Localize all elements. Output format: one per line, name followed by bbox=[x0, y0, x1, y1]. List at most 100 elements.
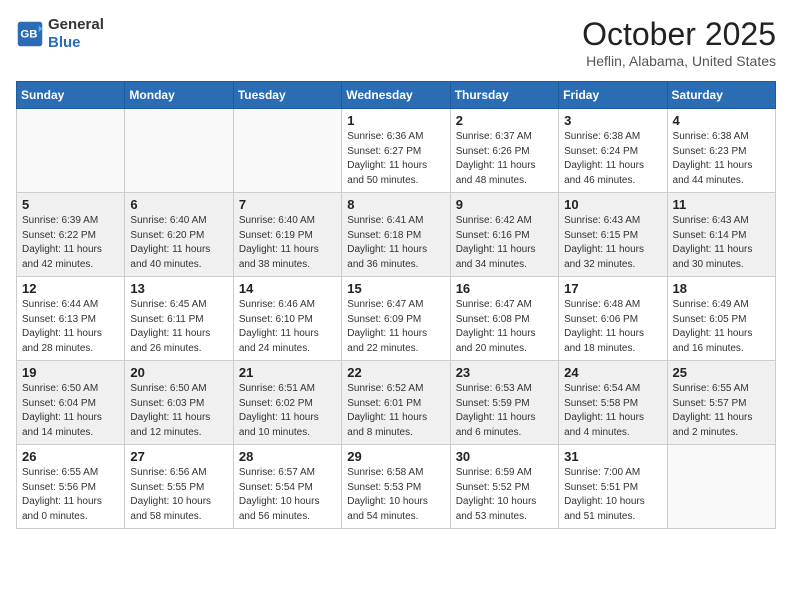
calendar-week-row: 5 Sunrise: 6:39 AM Sunset: 6:22 PM Daylig… bbox=[17, 193, 776, 277]
day-info: Sunrise: 6:37 AM Sunset: 6:26 PM Dayligh… bbox=[456, 130, 553, 188]
calendar-day-cell: 8Sunrise: 6:41 AM Sunset: 6:18 PM Daylig… bbox=[342, 193, 450, 277]
day-number: 6 bbox=[130, 197, 227, 212]
calendar-day-cell: 11Sunrise: 6:43 AM Sunset: 6:14 PM Dayli… bbox=[667, 193, 775, 277]
day-number: 2 bbox=[456, 113, 553, 128]
day-number: 27 bbox=[130, 449, 227, 464]
day-number: 1 bbox=[347, 113, 444, 128]
day-number: 31 bbox=[564, 449, 661, 464]
day-number: 7 bbox=[239, 197, 336, 212]
day-number: 23 bbox=[456, 365, 553, 380]
month-title: October 2025 bbox=[582, 16, 776, 53]
day-number: 17 bbox=[564, 281, 661, 296]
calendar-day-cell: 10 Sunrise: 6:43 AM Sunset: 6:15 PM Dayli… bbox=[559, 193, 667, 277]
day-number: 29 bbox=[347, 449, 444, 464]
calendar-week-row: 19 Sunrise: 6:50 AM Sunset: 6:04 PM Dayli… bbox=[17, 361, 776, 445]
day-number: 15 bbox=[347, 281, 444, 296]
day-number: 12 bbox=[22, 281, 119, 296]
day-number: 30 bbox=[456, 449, 553, 464]
day-number: 13 bbox=[130, 281, 227, 296]
calendar-day-cell: 22 Sunrise: 6:52 AM Sunset: 6:01 PM Dayli… bbox=[342, 361, 450, 445]
calendar-day-cell: 17 Sunrise: 6:48 AM Sunset: 6:06 PM Dayli… bbox=[559, 277, 667, 361]
logo-icon: GB bbox=[16, 20, 44, 48]
day-number: 21 bbox=[239, 365, 336, 380]
day-info: Sunrise: 6:50 AM Sunset: 6:04 PM Dayligh… bbox=[22, 382, 119, 440]
day-info: Sunrise: 6:39 AM Sunset: 6:22 PM Dayligh… bbox=[22, 214, 119, 272]
calendar-day-cell: 12 Sunrise: 6:44 AM Sunset: 6:13 PM Dayli… bbox=[17, 277, 125, 361]
calendar-week-row: 1Sunrise: 6:36 AM Sunset: 6:27 PM Daylig… bbox=[17, 109, 776, 193]
day-number: 22 bbox=[347, 365, 444, 380]
day-number: 5 bbox=[22, 197, 119, 212]
calendar-day-cell bbox=[233, 109, 341, 193]
calendar-day-cell: 28 Sunrise: 6:57 AM Sunset: 5:54 PM Dayli… bbox=[233, 445, 341, 529]
calendar-day-cell: 9Sunrise: 6:42 AM Sunset: 6:16 PM Daylig… bbox=[450, 193, 558, 277]
calendar-day-cell: 19 Sunrise: 6:50 AM Sunset: 6:04 PM Dayli… bbox=[17, 361, 125, 445]
calendar-day-cell: 7 Sunrise: 6:40 AM Sunset: 6:19 PM Daylig… bbox=[233, 193, 341, 277]
title-block: October 2025 Heflin, Alabama, United Sta… bbox=[582, 16, 776, 69]
calendar-day-cell: 5 Sunrise: 6:39 AM Sunset: 6:22 PM Daylig… bbox=[17, 193, 125, 277]
day-info: Sunrise: 6:52 AM Sunset: 6:01 PM Dayligh… bbox=[347, 382, 444, 440]
day-number: 3 bbox=[564, 113, 661, 128]
logo-line2: Blue bbox=[48, 34, 104, 52]
day-info: Sunrise: 6:40 AM Sunset: 6:19 PM Dayligh… bbox=[239, 214, 336, 272]
day-info: Sunrise: 6:46 AM Sunset: 6:10 PM Dayligh… bbox=[239, 298, 336, 356]
logo-line1: General bbox=[48, 16, 104, 34]
day-number: 10 bbox=[564, 197, 661, 212]
calendar-day-cell: 25 Sunrise: 6:55 AM Sunset: 5:57 PM Dayli… bbox=[667, 361, 775, 445]
day-number: 14 bbox=[239, 281, 336, 296]
column-header-tuesday: Tuesday bbox=[233, 82, 341, 109]
day-info: Sunrise: 6:53 AM Sunset: 5:59 PM Dayligh… bbox=[456, 382, 553, 440]
calendar: SundayMondayTuesdayWednesdayThursdayFrid… bbox=[16, 81, 776, 529]
logo-text: General Blue bbox=[48, 16, 104, 52]
page-header: GB General Blue October 2025 Heflin, Ala… bbox=[16, 16, 776, 69]
calendar-day-cell bbox=[667, 445, 775, 529]
svg-text:GB: GB bbox=[20, 29, 37, 41]
calendar-day-cell: 31 Sunrise: 7:00 AM Sunset: 5:51 PM Dayli… bbox=[559, 445, 667, 529]
calendar-day-cell: 3Sunrise: 6:38 AM Sunset: 6:24 PM Daylig… bbox=[559, 109, 667, 193]
day-info: Sunrise: 6:56 AM Sunset: 5:55 PM Dayligh… bbox=[130, 466, 227, 524]
day-number: 28 bbox=[239, 449, 336, 464]
day-info: Sunrise: 6:49 AM Sunset: 6:05 PM Dayligh… bbox=[673, 298, 770, 356]
calendar-day-cell: 27 Sunrise: 6:56 AM Sunset: 5:55 PM Dayli… bbox=[125, 445, 233, 529]
day-number: 25 bbox=[673, 365, 770, 380]
day-info: Sunrise: 6:50 AM Sunset: 6:03 PM Dayligh… bbox=[130, 382, 227, 440]
calendar-day-cell bbox=[17, 109, 125, 193]
calendar-day-cell: 1Sunrise: 6:36 AM Sunset: 6:27 PM Daylig… bbox=[342, 109, 450, 193]
day-number: 19 bbox=[22, 365, 119, 380]
day-info: Sunrise: 7:00 AM Sunset: 5:51 PM Dayligh… bbox=[564, 466, 661, 524]
column-header-friday: Friday bbox=[559, 82, 667, 109]
column-header-saturday: Saturday bbox=[667, 82, 775, 109]
calendar-day-cell: 13 Sunrise: 6:45 AM Sunset: 6:11 PM Dayli… bbox=[125, 277, 233, 361]
day-info: Sunrise: 6:55 AM Sunset: 5:57 PM Dayligh… bbox=[673, 382, 770, 440]
day-info: Sunrise: 6:57 AM Sunset: 5:54 PM Dayligh… bbox=[239, 466, 336, 524]
calendar-week-row: 12 Sunrise: 6:44 AM Sunset: 6:13 PM Dayli… bbox=[17, 277, 776, 361]
day-number: 11 bbox=[673, 197, 770, 212]
day-info: Sunrise: 6:45 AM Sunset: 6:11 PM Dayligh… bbox=[130, 298, 227, 356]
location: Heflin, Alabama, United States bbox=[582, 53, 776, 69]
day-info: Sunrise: 6:43 AM Sunset: 6:15 PM Dayligh… bbox=[564, 214, 661, 272]
day-info: Sunrise: 6:48 AM Sunset: 6:06 PM Dayligh… bbox=[564, 298, 661, 356]
day-number: 9 bbox=[456, 197, 553, 212]
calendar-header-row: SundayMondayTuesdayWednesdayThursdayFrid… bbox=[17, 82, 776, 109]
day-info: Sunrise: 6:40 AM Sunset: 6:20 PM Dayligh… bbox=[130, 214, 227, 272]
calendar-day-cell: 18 Sunrise: 6:49 AM Sunset: 6:05 PM Dayli… bbox=[667, 277, 775, 361]
calendar-day-cell: 2 Sunrise: 6:37 AM Sunset: 6:26 PM Daylig… bbox=[450, 109, 558, 193]
calendar-day-cell: 14 Sunrise: 6:46 AM Sunset: 6:10 PM Dayli… bbox=[233, 277, 341, 361]
day-info: Sunrise: 6:51 AM Sunset: 6:02 PM Dayligh… bbox=[239, 382, 336, 440]
column-header-thursday: Thursday bbox=[450, 82, 558, 109]
day-number: 16 bbox=[456, 281, 553, 296]
day-number: 20 bbox=[130, 365, 227, 380]
day-info: Sunrise: 6:44 AM Sunset: 6:13 PM Dayligh… bbox=[22, 298, 119, 356]
day-info: Sunrise: 6:47 AM Sunset: 6:08 PM Dayligh… bbox=[456, 298, 553, 356]
calendar-day-cell: 20 Sunrise: 6:50 AM Sunset: 6:03 PM Dayli… bbox=[125, 361, 233, 445]
day-info: Sunrise: 6:38 AM Sunset: 6:23 PM Dayligh… bbox=[673, 130, 770, 188]
calendar-day-cell: 26Sunrise: 6:55 AM Sunset: 5:56 PM Dayli… bbox=[17, 445, 125, 529]
day-info: Sunrise: 6:59 AM Sunset: 5:52 PM Dayligh… bbox=[456, 466, 553, 524]
calendar-day-cell: 15Sunrise: 6:47 AM Sunset: 6:09 PM Dayli… bbox=[342, 277, 450, 361]
day-number: 18 bbox=[673, 281, 770, 296]
column-header-wednesday: Wednesday bbox=[342, 82, 450, 109]
calendar-day-cell: 21 Sunrise: 6:51 AM Sunset: 6:02 PM Dayli… bbox=[233, 361, 341, 445]
day-number: 24 bbox=[564, 365, 661, 380]
column-header-sunday: Sunday bbox=[17, 82, 125, 109]
calendar-day-cell: 6 Sunrise: 6:40 AM Sunset: 6:20 PM Daylig… bbox=[125, 193, 233, 277]
day-info: Sunrise: 6:54 AM Sunset: 5:58 PM Dayligh… bbox=[564, 382, 661, 440]
